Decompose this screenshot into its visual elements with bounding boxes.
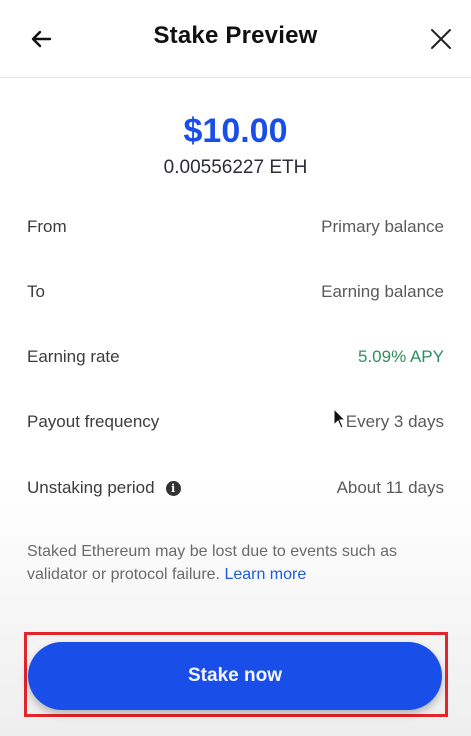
mouse-cursor-icon <box>333 408 347 429</box>
info-icon[interactable]: i <box>165 480 181 496</box>
detail-row-unstaking-period: Unstaking period i About 11 days <box>27 473 444 503</box>
close-button[interactable] <box>420 20 462 58</box>
page-title: Stake Preview <box>153 22 318 49</box>
detail-label: Unstaking period <box>27 478 155 497</box>
detail-value: Earning balance <box>321 282 444 301</box>
close-icon <box>431 29 451 49</box>
detail-label-wrap: Unstaking period i <box>27 478 181 498</box>
detail-row-from: From Primary balance <box>27 212 444 242</box>
detail-value: Primary balance <box>321 217 444 236</box>
stake-now-button[interactable]: Stake now <box>28 642 442 710</box>
detail-label: Payout frequency <box>27 412 160 431</box>
learn-more-link[interactable]: Learn more <box>224 566 306 583</box>
detail-value: About 11 days <box>336 478 444 497</box>
risk-disclaimer: Staked Ethereum may be lost due to event… <box>27 540 452 586</box>
detail-row-to: To Earning balance <box>27 277 444 307</box>
detail-row-payout-frequency: Payout frequency Every 3 days <box>27 407 444 437</box>
detail-label: Earning rate <box>27 347 120 366</box>
top-bar: Stake Preview <box>0 0 471 78</box>
detail-value: Every 3 days <box>345 412 444 431</box>
apy-value: 5.09% APY <box>357 347 444 366</box>
detail-label: From <box>27 217 67 236</box>
fiat-amount: $10.00 <box>183 112 288 150</box>
disclaimer-text: Staked Ethereum may be lost due to event… <box>27 543 397 583</box>
detail-row-earning-rate: Earning rate 5.09% APY <box>27 342 444 372</box>
crypto-amount: 0.00556227 ETH <box>163 157 308 178</box>
detail-label: To <box>27 282 45 301</box>
